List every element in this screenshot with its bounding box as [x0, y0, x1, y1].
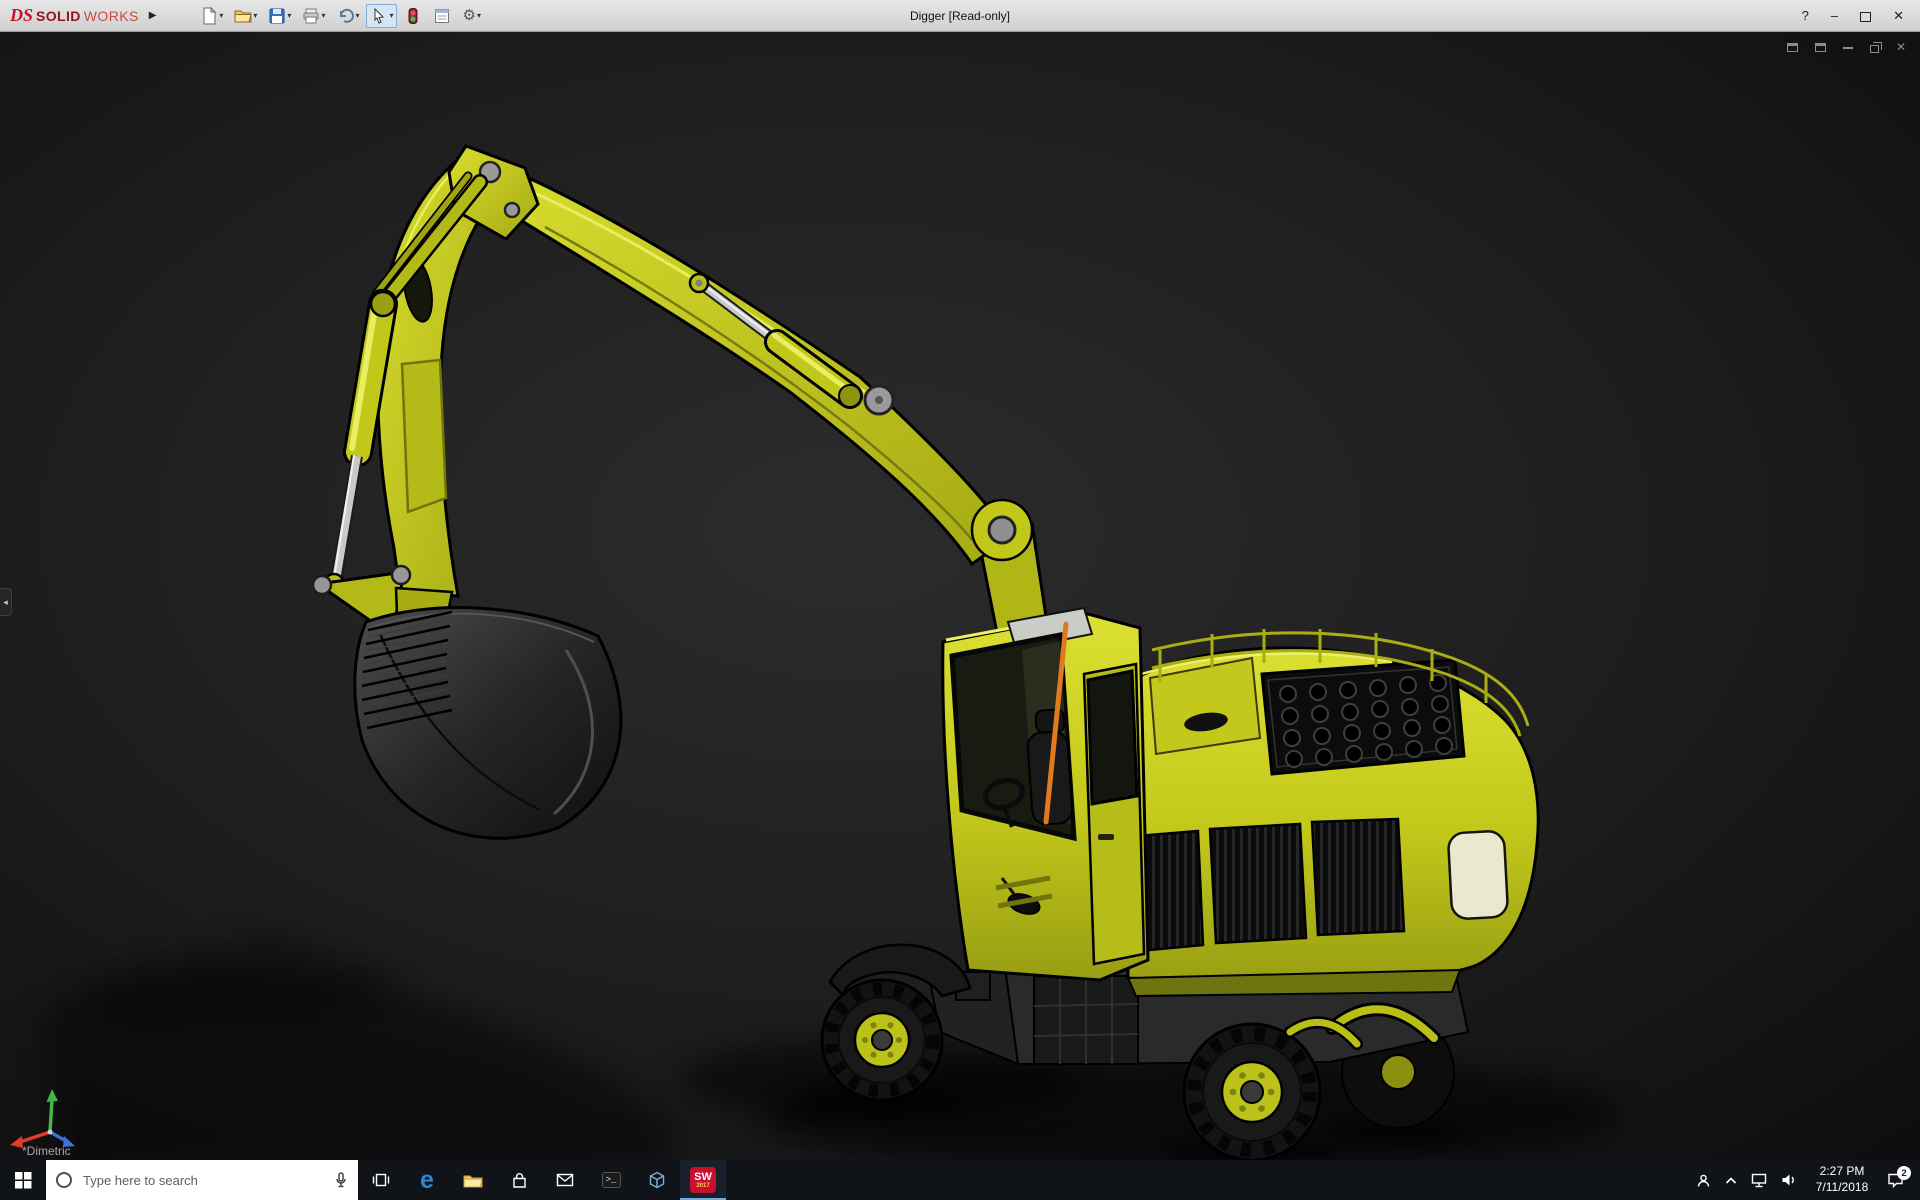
store-icon	[511, 1172, 528, 1189]
solidworks-logo: DS SOLIDWORKS	[0, 5, 143, 26]
save-floppy-icon	[268, 7, 286, 25]
system-tray: 2:27 PM 7/11/2018 2	[1696, 1160, 1920, 1200]
prompt-glyph: >_	[606, 1175, 617, 1185]
cortana-icon	[56, 1172, 72, 1188]
file-properties-icon	[433, 7, 451, 25]
minimize-document-icon[interactable]	[1843, 46, 1853, 49]
undo-arrow-icon	[336, 7, 354, 25]
chevron-up-icon	[1725, 1176, 1737, 1185]
edge-browser-button[interactable]: e	[404, 1160, 450, 1200]
cascade-windows-icon[interactable]	[1787, 43, 1798, 52]
close-button[interactable]: ✕	[1893, 8, 1904, 24]
document-window-controls: ✕	[1787, 41, 1906, 53]
titlebar: DS SOLIDWORKS ▶ ▾ ▾ ▾ ▾ ▾ ▾	[0, 0, 1920, 32]
hidden-icons-button[interactable]	[1725, 1176, 1737, 1185]
dropdown-arrow-icon[interactable]: ▾	[477, 11, 481, 20]
ds-logo-icon: DS	[10, 5, 33, 26]
undo-button[interactable]: ▾	[332, 4, 363, 28]
door-window	[1088, 671, 1137, 804]
windows-logo-icon	[15, 1172, 32, 1189]
file-explorer-button[interactable]	[450, 1160, 496, 1200]
taskbar: e >_	[0, 1160, 1920, 1200]
microsoft-store-button[interactable]	[496, 1160, 542, 1200]
clock[interactable]: 2:27 PM 7/11/2018	[1811, 1164, 1873, 1195]
front-left-wheel[interactable]	[822, 980, 942, 1100]
network-icon	[1751, 1173, 1767, 1188]
command-prompt-button[interactable]: >_	[588, 1160, 634, 1200]
close-document-icon[interactable]: ✕	[1896, 41, 1906, 53]
tray-date: 7/11/2018	[1816, 1180, 1869, 1196]
quick-access-toolbar: ▾ ▾ ▾ ▾ ▾ ▾ ⚙ ▾	[196, 4, 485, 28]
open-button[interactable]: ▾	[230, 4, 261, 28]
start-button[interactable]	[0, 1160, 46, 1200]
dropdown-arrow-icon[interactable]: ▾	[287, 11, 291, 20]
mail-button[interactable]	[542, 1160, 588, 1200]
graphics-area[interactable]: ✕ ◂ *Dimetric	[0, 32, 1920, 1160]
brand-works: WORKS	[84, 8, 139, 24]
side-window-panel	[1448, 831, 1508, 920]
rebuild-button[interactable]	[400, 4, 426, 28]
taskbar-apps: e >_	[358, 1160, 726, 1200]
tray-time: 2:27 PM	[1820, 1164, 1865, 1180]
solidworks-app-icon: SW 2017	[690, 1167, 716, 1193]
select-button[interactable]: ▾	[366, 4, 397, 28]
volume-icon	[1781, 1173, 1797, 1187]
door-handle	[1098, 834, 1114, 840]
dropdown-arrow-icon[interactable]: ▾	[321, 11, 325, 20]
cab[interactable]	[943, 608, 1148, 980]
brand-solid: SOLID	[36, 8, 81, 24]
solidworks-2017-button[interactable]: SW 2017	[680, 1160, 726, 1200]
dropdown-arrow-icon[interactable]: ▾	[253, 11, 257, 20]
file-explorer-icon	[463, 1172, 483, 1188]
action-center-button[interactable]: 2	[1887, 1172, 1904, 1188]
open-folder-icon	[234, 7, 252, 25]
select-cursor-icon	[370, 7, 388, 25]
notification-badge: 2	[1897, 1166, 1911, 1180]
dropdown-arrow-icon[interactable]: ▾	[355, 11, 359, 20]
search-input[interactable]	[81, 1172, 325, 1189]
new-document-icon	[200, 7, 218, 25]
window-controls: ? – ✕	[1802, 8, 1920, 24]
people-icon	[1696, 1173, 1711, 1188]
dropdown-arrow-icon[interactable]: ▾	[219, 11, 223, 20]
taskbar-search[interactable]	[46, 1160, 358, 1200]
3d-viewer-icon	[648, 1171, 666, 1189]
restore-document-icon[interactable]	[1870, 45, 1879, 53]
print-button[interactable]: ▾	[298, 4, 329, 28]
task-view-button[interactable]	[358, 1160, 404, 1200]
task-view-icon	[372, 1172, 390, 1188]
rear-left-wheel[interactable]	[1184, 1024, 1320, 1160]
side-grilles	[1112, 819, 1404, 953]
options-button[interactable]: ⚙ ▾	[458, 5, 484, 26]
volume-button[interactable]	[1781, 1173, 1797, 1187]
help-button[interactable]: ?	[1802, 8, 1809, 23]
people-button[interactable]	[1696, 1173, 1711, 1188]
feature-manager-flyout-tab[interactable]: ◂	[0, 588, 12, 616]
dropdown-arrow-icon[interactable]: ▾	[389, 11, 393, 20]
file-properties-button[interactable]	[429, 4, 455, 28]
3d-viewer-button[interactable]	[634, 1160, 680, 1200]
minimize-button[interactable]: –	[1831, 8, 1838, 23]
print-icon	[302, 7, 320, 25]
scene-svg[interactable]	[0, 32, 1920, 1160]
tile-windows-icon[interactable]	[1815, 43, 1826, 52]
mail-icon	[556, 1173, 574, 1187]
maximize-button[interactable]	[1860, 12, 1871, 22]
new-document-button[interactable]: ▾	[196, 4, 227, 28]
menu-flyout-arrow[interactable]: ▶	[149, 10, 157, 21]
save-button[interactable]: ▾	[264, 4, 295, 28]
options-gear-icon: ⚙	[462, 8, 475, 23]
rebuild-icon	[404, 7, 422, 25]
edge-icon: e	[420, 1168, 434, 1193]
network-button[interactable]	[1751, 1173, 1767, 1188]
microphone-icon[interactable]	[334, 1172, 348, 1189]
view-orientation-label: *Dimetric	[22, 1144, 71, 1158]
